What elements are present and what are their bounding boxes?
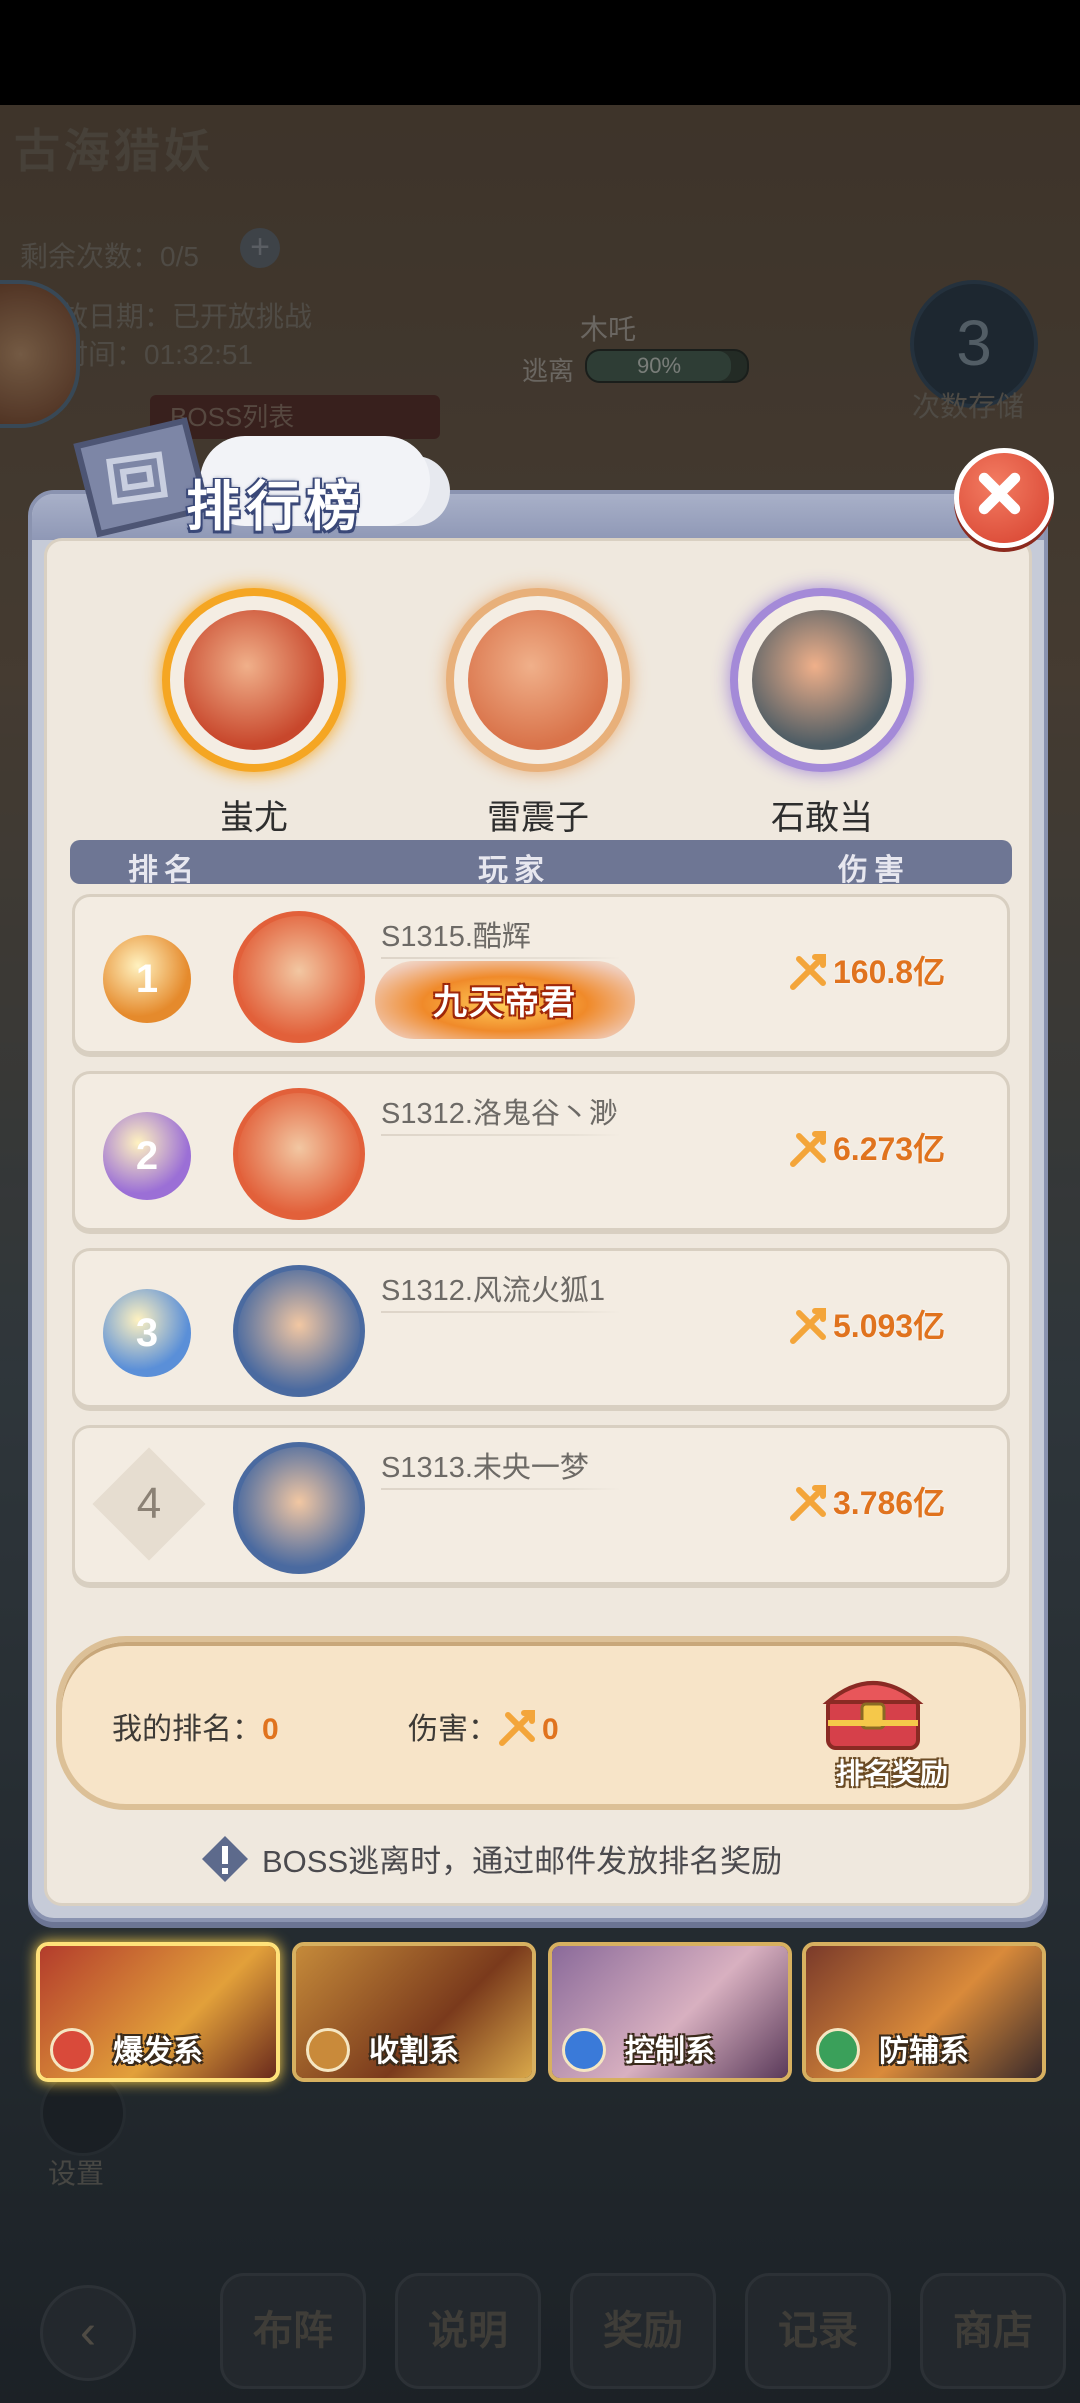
header-rank: 排名 <box>128 854 200 887</box>
sword-icon <box>790 954 826 990</box>
warning-icon <box>202 1836 248 1882</box>
boss-portrait <box>162 588 346 772</box>
player-damage: 6.273亿 <box>789 1124 945 1170</box>
category-tab-control[interactable]: 控制系 <box>548 1942 792 2082</box>
close-button[interactable] <box>954 448 1054 548</box>
boss-portrait <box>446 588 630 772</box>
my-damage-label: 伤害： <box>408 1713 498 1746</box>
status-bar <box>0 0 1080 105</box>
player-avatar <box>233 1442 365 1574</box>
boss-face <box>752 610 892 750</box>
player-name: S1313.未央一梦 <box>381 1452 589 1484</box>
sword-icon <box>790 1485 826 1521</box>
category-tab-burst[interactable]: 爆发系 <box>36 1942 280 2082</box>
boss-tab-shigandang[interactable]: 石敢当 <box>722 588 922 839</box>
player-damage: 5.093亿 <box>789 1301 945 1347</box>
my-damage: 伤害： 0 <box>408 1704 559 1748</box>
ranking-row[interactable]: 1 S1315.酷辉 九天帝君 160.8亿 <box>72 894 1010 1054</box>
divider <box>381 1488 621 1490</box>
category-tab-support[interactable]: 防辅系 <box>802 1942 1046 2082</box>
rank-medal-gold-icon: 1 <box>103 935 191 1023</box>
boss-tab-leizhenzi[interactable]: 雷震子 <box>438 588 638 839</box>
category-label: 爆发系 <box>113 2035 203 2068</box>
sword-icon <box>790 1308 826 1344</box>
divider <box>381 957 621 959</box>
boss-face <box>468 610 608 750</box>
boss-name: 蚩尤 <box>220 799 288 837</box>
my-rank-value: 0 <box>262 1713 279 1746</box>
boss-tab-chiyou[interactable]: 蚩尤 <box>154 588 354 839</box>
ranking-row[interactable]: 2 S1312.洛鬼谷丶渺 6.273亿 <box>72 1071 1010 1231</box>
rank-medal-bronze-icon: 3 <box>103 1289 191 1377</box>
damage-value: 6.273亿 <box>833 1131 946 1167</box>
rank-number: 4 <box>136 1479 162 1528</box>
my-rank-label: 我的排名： <box>112 1713 262 1746</box>
close-icon <box>978 472 1021 515</box>
header-damage: 伤害 <box>838 854 910 887</box>
leaderboard-title: 排行榜 <box>186 477 366 537</box>
sword-icon <box>499 1710 535 1746</box>
mail-reward-notice: BOSS逃离时，通过邮件发放排名奖励 <box>262 1844 783 1879</box>
ranking-row[interactable]: 3 S1312.风流火狐1 5.093亿 <box>72 1248 1010 1408</box>
boss-portrait <box>730 588 914 772</box>
my-damage-value: 0 <box>542 1713 559 1746</box>
ranking-table-header: 排名 玩家 伤害 <box>70 840 1012 887</box>
player-name: S1312.洛鬼谷丶渺 <box>381 1098 618 1130</box>
ranking-row[interactable]: 4 S1313.未央一梦 3.786亿 <box>72 1425 1010 1585</box>
divider <box>381 1134 621 1136</box>
player-damage: 3.786亿 <box>789 1478 945 1524</box>
player-damage: 160.8亿 <box>789 947 945 993</box>
damage-value: 5.093亿 <box>833 1308 946 1344</box>
sword-icon <box>790 1131 826 1167</box>
damage-value: 160.8亿 <box>833 954 946 990</box>
category-label: 防辅系 <box>879 2035 969 2068</box>
reward-chest-icon[interactable] <box>818 1664 928 1754</box>
player-avatar <box>233 911 365 1043</box>
category-tab-harvest[interactable]: 收割系 <box>292 1942 536 2082</box>
header-player: 玩家 <box>478 854 550 887</box>
boss-name: 雷震子 <box>487 799 589 837</box>
player-avatar <box>233 1088 365 1220</box>
player-avatar <box>233 1265 365 1397</box>
divider <box>381 1311 621 1313</box>
damage-value: 3.786亿 <box>833 1485 946 1521</box>
player-name: S1315.酷辉 <box>381 921 531 953</box>
boss-name: 石敢当 <box>771 799 873 837</box>
player-name: S1312.风流火狐1 <box>381 1275 606 1307</box>
boss-face <box>184 610 324 750</box>
category-label: 控制系 <box>625 2035 715 2068</box>
player-title-badge: 九天帝君 <box>375 961 635 1039</box>
category-label: 收割系 <box>369 2035 459 2068</box>
my-rank: 我的排名：0 <box>112 1704 279 1748</box>
rank-medal-silver-icon: 2 <box>103 1112 191 1200</box>
reward-button-label[interactable]: 排名奖励 <box>836 1752 948 1792</box>
